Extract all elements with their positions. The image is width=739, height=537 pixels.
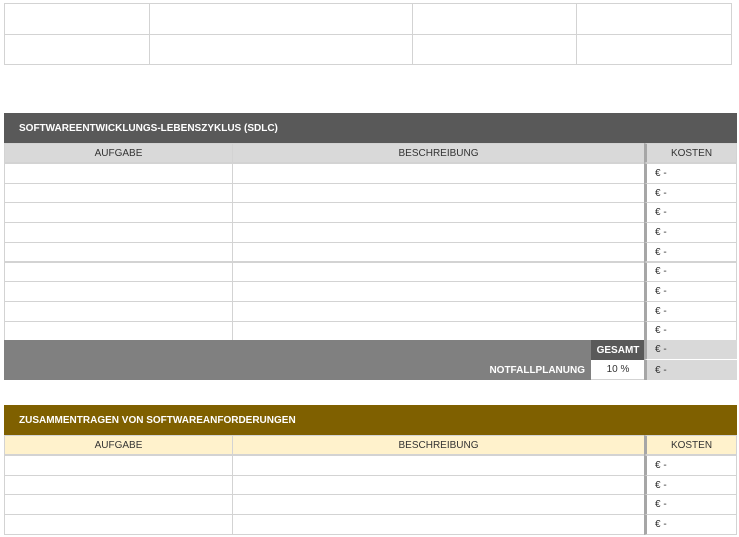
sdlc-row-cost-cell-text: € - [655,325,667,337]
top-grid-cell[interactable] [4,34,150,65]
req-row-cost-cell: € - [644,455,737,476]
req-row-cost-cell: € - [644,514,737,535]
sdlc-total-label-cell: GESAMT [591,340,645,360]
sdlc-contingency-percent-input[interactable]: 10 % [591,360,645,380]
req-header-desc: BESCHREIBUNG [232,435,645,455]
sdlc-header-desc-label: BESCHREIBUNG [398,147,479,159]
sdlc-row-cost-cell: € - [644,300,737,322]
sdlc-row-task-cell[interactable] [4,182,233,204]
sdlc-header-desc: BESCHREIBUNG [232,143,645,163]
sdlc-row-task-cell[interactable] [4,261,233,283]
top-grid-cell[interactable] [412,34,577,65]
req-row-desc-cell[interactable] [232,514,645,535]
top-grid-cell[interactable] [576,34,732,65]
sdlc-row-cost-cell: € - [644,281,737,302]
sdlc-total-bar [4,340,591,360]
sdlc-row-cost-cell-text: € - [655,246,667,258]
sdlc-header-task: AUFGABE [4,143,233,163]
sdlc-row-desc-cell[interactable] [232,320,645,342]
sdlc-row-cost-cell: € - [644,202,737,224]
req-row-task-cell[interactable] [4,514,233,535]
sdlc-contingency-label: NOTFALLPLANUNG [489,364,585,376]
req-row-cost-cell-text: € - [655,459,667,471]
sdlc-row-task-cell[interactable] [4,300,233,322]
req-header-cost-label: KOSTEN [670,439,713,451]
req-header-task-label: AUFGABE [94,439,143,451]
sdlc-total-value-cell: € - [644,340,737,360]
sdlc-row-cost-cell: € - [644,241,737,263]
sdlc-contingency-value-cell: € - [644,360,737,380]
req-row-cost-cell-text: € - [655,479,667,491]
sdlc-row-task-cell[interactable] [4,241,233,263]
sdlc-title-bar: SOFTWAREENTWICKLUNGS-LEBENSZYKLUS (SDLC) [4,113,737,143]
top-grid-cell[interactable] [149,3,413,35]
sdlc-row-cost-cell-text: € - [655,167,667,179]
sdlc-contingency-bar: NOTFALLPLANUNG [4,360,591,380]
sdlc-row-desc-cell[interactable] [232,261,645,283]
req-row-task-cell[interactable] [4,455,233,476]
sdlc-row-cost-cell: € - [644,320,737,342]
top-grid-cell[interactable] [4,3,150,35]
req-row-desc-cell[interactable] [232,474,645,496]
sdlc-total-value: € - [655,344,667,355]
sdlc-row-desc-cell[interactable] [232,281,645,302]
sdlc-row-cost-cell: € - [644,163,737,184]
sdlc-contingency-value: € - [655,364,667,376]
req-row-task-cell[interactable] [4,494,233,516]
sdlc-header-task-label: AUFGABE [94,147,143,159]
sdlc-header-cost-label: KOSTEN [670,147,713,159]
top-grid-cell[interactable] [149,34,413,65]
req-row-desc-cell[interactable] [232,494,645,516]
sdlc-row-desc-cell[interactable] [232,241,645,263]
sdlc-row-cost-cell-text: € - [655,266,667,278]
sdlc-row-desc-cell[interactable] [232,182,645,204]
req-header-cost: KOSTEN [644,435,737,455]
sdlc-row-desc-cell[interactable] [232,300,645,322]
sdlc-row-cost-cell-text: € - [655,286,667,298]
sdlc-row-task-cell[interactable] [4,163,233,184]
sdlc-row-task-cell[interactable] [4,281,233,302]
sdlc-row-cost-cell: € - [644,261,737,283]
req-row-cost-cell: € - [644,474,737,496]
req-header-desc-label: BESCHREIBUNG [398,439,479,451]
req-header-task: AUFGABE [4,435,233,455]
req-title-bar: ZUSAMMENTRAGEN VON SOFTWAREANFORDERUNGEN [4,405,737,435]
req-row-task-cell[interactable] [4,474,233,496]
req-row-cost-cell-text: € - [655,499,667,511]
sdlc-row-cost-cell: € - [644,182,737,204]
req-row-cost-cell: € - [644,494,737,516]
sdlc-row-task-cell[interactable] [4,202,233,224]
sdlc-contingency-percent: 10 % [606,364,630,375]
sdlc-row-desc-cell[interactable] [232,202,645,224]
top-grid-cell[interactable] [412,3,577,35]
sdlc-total-label: GESAMT [596,344,640,356]
req-row-cost-cell-text: € - [655,518,667,530]
req-title: ZUSAMMENTRAGEN VON SOFTWAREANFORDERUNGEN [19,414,296,426]
sdlc-row-task-cell[interactable] [4,320,233,342]
sdlc-row-cost-cell-text: € - [655,226,667,238]
sdlc-title: SOFTWAREENTWICKLUNGS-LEBENSZYKLUS (SDLC) [19,122,278,134]
sdlc-row-task-cell[interactable] [4,222,233,243]
sdlc-header-cost: KOSTEN [644,143,737,163]
sdlc-row-cost-cell: € - [644,222,737,243]
req-row-desc-cell[interactable] [232,455,645,476]
sdlc-row-cost-cell-text: € - [655,305,667,317]
sdlc-row-cost-cell-text: € - [655,187,667,199]
sdlc-row-desc-cell[interactable] [232,163,645,184]
sdlc-row-desc-cell[interactable] [232,222,645,243]
top-grid-cell[interactable] [576,3,732,35]
sdlc-row-cost-cell-text: € - [655,207,667,219]
